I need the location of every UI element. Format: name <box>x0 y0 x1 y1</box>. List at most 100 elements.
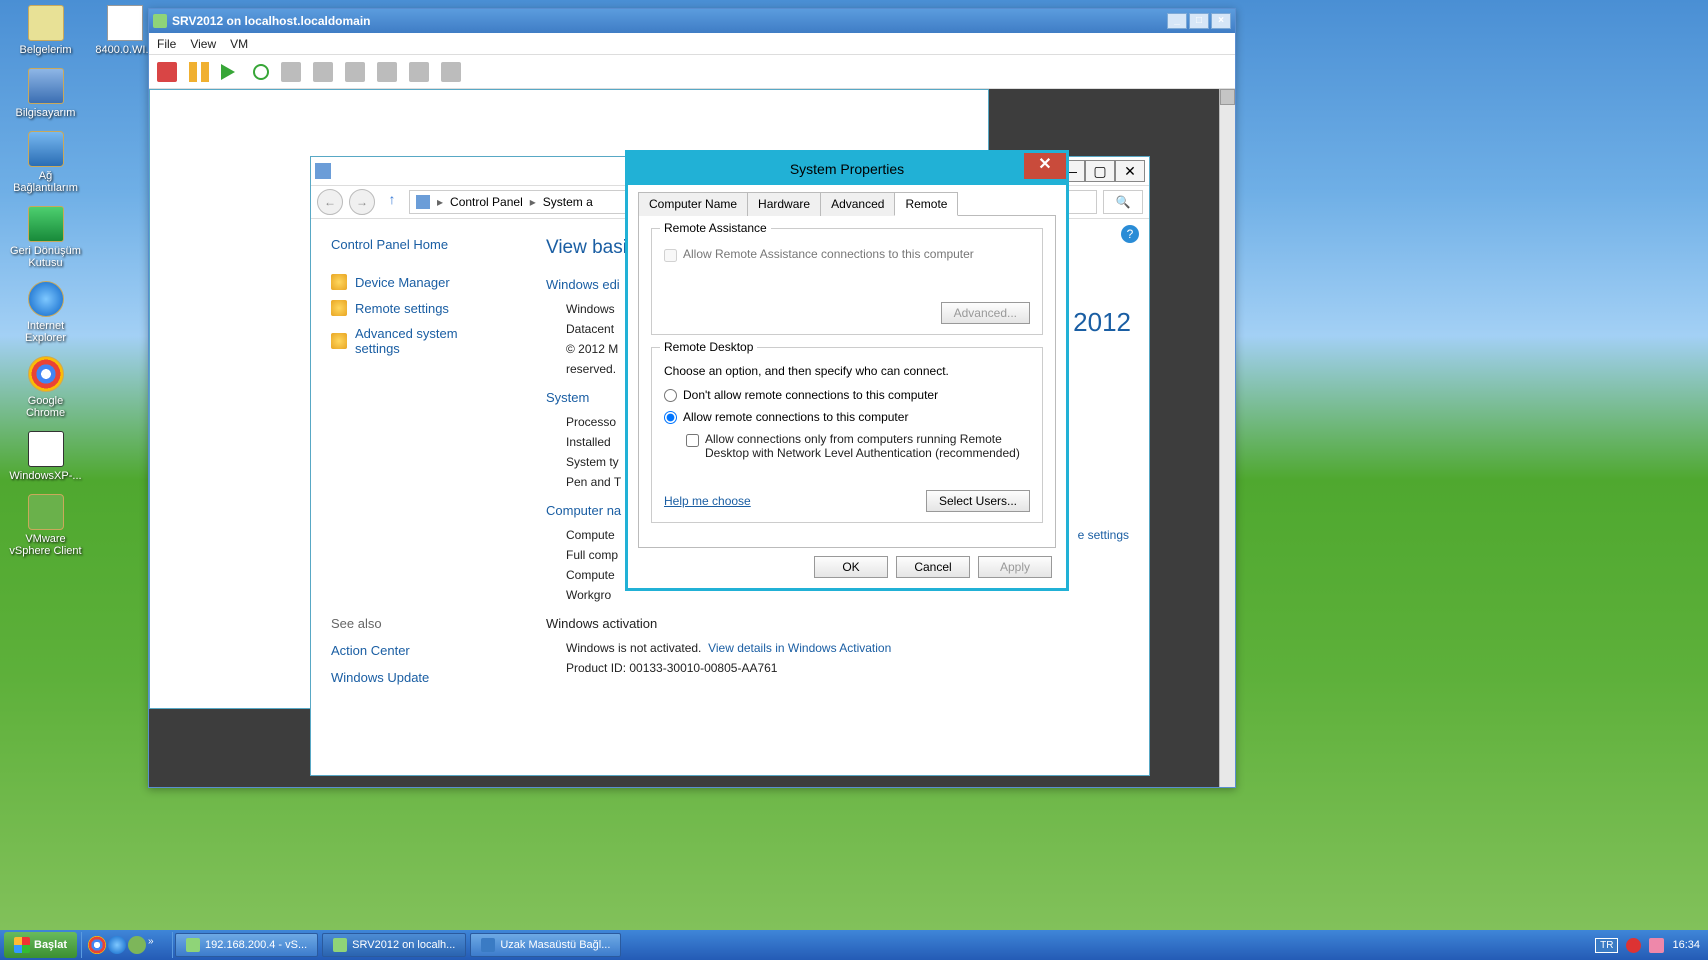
rd-instruction: Choose an option, and then specify who c… <box>664 364 1030 378</box>
ra-allow-input[interactable] <box>664 249 677 262</box>
scrollbar-thumb[interactable] <box>1220 89 1235 105</box>
tab-hardware[interactable]: Hardware <box>747 192 821 216</box>
up-button[interactable]: ↑ <box>381 191 403 213</box>
scrollbar[interactable] <box>1219 89 1235 787</box>
maximize-button[interactable]: □ <box>1189 13 1209 29</box>
cp-home-link[interactable]: Control Panel Home <box>331 237 506 252</box>
app-icon <box>333 938 347 952</box>
desktop-icon-winxp[interactable]: WindowsXP-... <box>8 431 83 482</box>
close-button[interactable]: × <box>1211 13 1231 29</box>
windows-logo-icon <box>14 937 30 953</box>
cp-sidebar: Control Panel Home Device Manager Remote… <box>311 219 526 775</box>
desktop-icon-ie[interactable]: Internet Explorer <box>8 281 83 344</box>
floppy-button[interactable] <box>377 62 397 82</box>
restart-button[interactable] <box>253 64 269 80</box>
back-button[interactable]: ← <box>317 189 343 215</box>
snapshot-manage-button[interactable] <box>345 62 365 82</box>
rd-allow-radio[interactable]: Allow remote connections to this compute… <box>664 410 1030 424</box>
tab-remote-content: Remote Assistance Allow Remote Assistanc… <box>638 216 1056 548</box>
rd-legend: Remote Desktop <box>660 340 757 354</box>
label: 8400.0.WI... <box>95 44 155 56</box>
pause-button[interactable] <box>189 62 209 82</box>
vsphere-title-text: SRV2012 on localhost.localdomain <box>172 14 371 28</box>
cd-button[interactable] <box>409 62 429 82</box>
tab-computer-name[interactable]: Computer Name <box>638 192 748 216</box>
label: Google Chrome <box>8 395 83 419</box>
remote-settings-link[interactable]: Remote settings <box>331 300 506 316</box>
tab-remote[interactable]: Remote <box>894 192 958 216</box>
minimize-button[interactable]: _ <box>1167 13 1187 29</box>
vsphere-menu: File View VM <box>149 33 1235 55</box>
tray-alert-icon[interactable] <box>1626 938 1641 953</box>
select-users-button[interactable]: Select Users... <box>926 490 1030 512</box>
taskbar-task-srv2012[interactable]: SRV2012 on localh... <box>322 933 466 957</box>
system-properties-dialog: System Properties ✕ Computer Name Hardwa… <box>625 150 1069 591</box>
ql-ie-icon[interactable] <box>108 936 126 954</box>
menu-file[interactable]: File <box>157 37 176 51</box>
help-me-choose-link[interactable]: Help me choose <box>664 494 751 508</box>
connect-button[interactable] <box>441 62 461 82</box>
system-tray: TR 16:34 <box>1587 938 1708 953</box>
activation-link[interactable]: View details in Windows Activation <box>708 641 891 655</box>
rd-opt1-input[interactable] <box>664 389 677 402</box>
label: VMware vSphere Client <box>8 533 83 557</box>
computer-icon <box>416 195 430 209</box>
ra-advanced-button[interactable]: Advanced... <box>941 302 1030 324</box>
rd-nla-checkbox[interactable]: Allow connections only from computers ru… <box>686 432 1030 460</box>
device-manager-link[interactable]: Device Manager <box>331 274 506 290</box>
play-button[interactable] <box>221 62 241 82</box>
menu-view[interactable]: View <box>190 37 216 51</box>
forward-button[interactable]: → <box>349 189 375 215</box>
menu-vm[interactable]: VM <box>230 37 248 51</box>
ql-expand-icon[interactable]: » <box>148 936 166 954</box>
search-button[interactable]: 🔍 <box>1103 190 1143 214</box>
clock[interactable]: 16:34 <box>1672 939 1700 951</box>
desktop-icon-computer[interactable]: Bilgisayarım <box>8 68 83 119</box>
vsphere-titlebar[interactable]: SRV2012 on localhost.localdomain _ □ × <box>149 9 1235 33</box>
quick-launch: » <box>81 932 173 958</box>
start-button[interactable]: Başlat <box>4 932 77 958</box>
taskbar-task-vsphere1[interactable]: 192.168.200.4 - vS... <box>175 933 318 957</box>
desktop-icon-8400[interactable]: 8400.0.WI... <box>95 5 155 56</box>
advanced-settings-link[interactable]: Advanced system settings <box>331 326 506 356</box>
language-indicator[interactable]: TR <box>1595 938 1618 953</box>
tray-user-icon[interactable] <box>1649 938 1664 953</box>
apply-button[interactable]: Apply <box>978 556 1052 578</box>
stop-button[interactable] <box>157 62 177 82</box>
taskbar-task-rdp[interactable]: Uzak Masaüstü Bağl... <box>470 933 621 957</box>
breadcrumb-cp[interactable]: Control Panel <box>450 195 523 209</box>
remote-desktop-group: Remote Desktop Choose an option, and the… <box>651 347 1043 523</box>
ql-vsphere-icon[interactable] <box>128 936 146 954</box>
snapshot-button[interactable] <box>281 62 301 82</box>
cp-close[interactable]: ✕ <box>1115 160 1145 182</box>
help-icon[interactable]: ? <box>1121 225 1139 243</box>
rd-opt2-input[interactable] <box>664 411 677 424</box>
cancel-button[interactable]: Cancel <box>896 556 970 578</box>
desktop-icon-chrome[interactable]: Google Chrome <box>8 356 83 419</box>
snapshot-revert-button[interactable] <box>313 62 333 82</box>
sp-close-button[interactable]: ✕ <box>1024 153 1066 179</box>
shield-icon <box>331 300 347 316</box>
ql-chrome-icon[interactable] <box>88 936 106 954</box>
action-center-link[interactable]: Action Center <box>331 643 506 658</box>
ok-button[interactable]: OK <box>814 556 888 578</box>
breadcrumb-system[interactable]: System a <box>543 195 593 209</box>
desktop-icon-vsphere[interactable]: VMware vSphere Client <box>8 494 83 557</box>
rd-nla-input[interactable] <box>686 434 699 447</box>
activation-status: Windows is not activated. <box>566 641 701 655</box>
change-settings-link[interactable]: e settings <box>1078 528 1129 542</box>
app-icon <box>186 938 200 952</box>
shield-icon <box>331 333 347 349</box>
rd-dont-allow-radio[interactable]: Don't allow remote connections to this c… <box>664 388 1030 402</box>
desktop-icon-recycle[interactable]: Geri Dönüşüm Kutusu <box>8 206 83 269</box>
tab-advanced[interactable]: Advanced <box>820 192 895 216</box>
ra-allow-checkbox[interactable]: Allow Remote Assistance connections to t… <box>664 247 1030 262</box>
label: Internet Explorer <box>8 320 83 344</box>
desktop-icon-network[interactable]: Ağ Bağlantılarım <box>8 131 83 194</box>
label: Belgelerim <box>8 44 83 56</box>
sp-titlebar[interactable]: System Properties ✕ <box>628 153 1066 185</box>
windows-update-link[interactable]: Windows Update <box>331 670 506 685</box>
remote-assistance-group: Remote Assistance Allow Remote Assistanc… <box>651 228 1043 335</box>
desktop-icon-documents[interactable]: Belgelerim <box>8 5 83 56</box>
cp-maximize[interactable]: ▢ <box>1085 160 1115 182</box>
